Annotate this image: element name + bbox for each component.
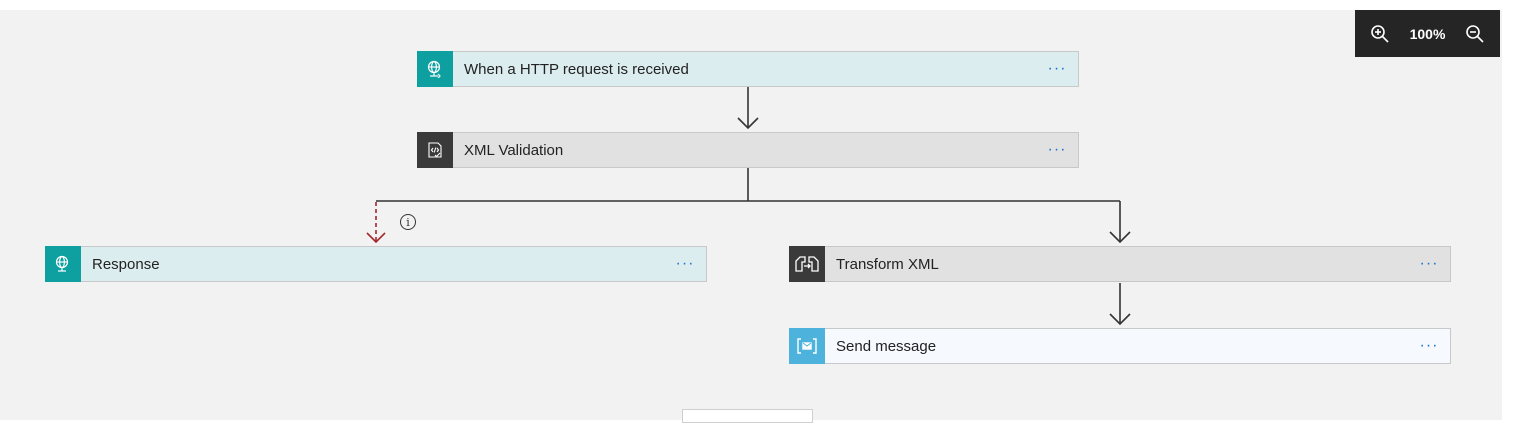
new-step-button[interactable]: [682, 409, 813, 423]
more-options-button[interactable]: ···: [1042, 141, 1072, 159]
more-options-button[interactable]: ···: [1414, 337, 1444, 355]
step-title: XML Validation: [464, 141, 564, 159]
step-http-trigger[interactable]: When a HTTP request is received ···: [417, 51, 1079, 87]
xml-validation-icon: [417, 132, 453, 168]
info-icon[interactable]: i: [400, 214, 416, 230]
step-send-message[interactable]: Send message ···: [789, 328, 1451, 364]
zoom-control: 100%: [1355, 10, 1500, 57]
step-title: Transform XML: [836, 255, 939, 273]
service-bus-icon: [789, 328, 825, 364]
step-title: Send message: [836, 337, 937, 355]
zoom-out-icon[interactable]: [1464, 23, 1486, 45]
zoom-level: 100%: [1409, 25, 1446, 42]
more-options-button[interactable]: ···: [1414, 255, 1444, 273]
more-options-button[interactable]: ···: [1042, 60, 1072, 78]
transform-xml-icon: [789, 246, 825, 282]
zoom-in-icon[interactable]: [1369, 23, 1391, 45]
http-response-icon: [45, 246, 81, 282]
step-transform-xml[interactable]: Transform XML ···: [789, 246, 1451, 282]
http-request-icon: [417, 51, 453, 87]
step-response[interactable]: Response ···: [45, 246, 707, 282]
step-title: When a HTTP request is received: [464, 60, 689, 78]
step-title: Response: [92, 255, 160, 273]
step-xml-validation[interactable]: XML Validation ···: [417, 132, 1079, 168]
more-options-button[interactable]: ···: [670, 255, 700, 273]
